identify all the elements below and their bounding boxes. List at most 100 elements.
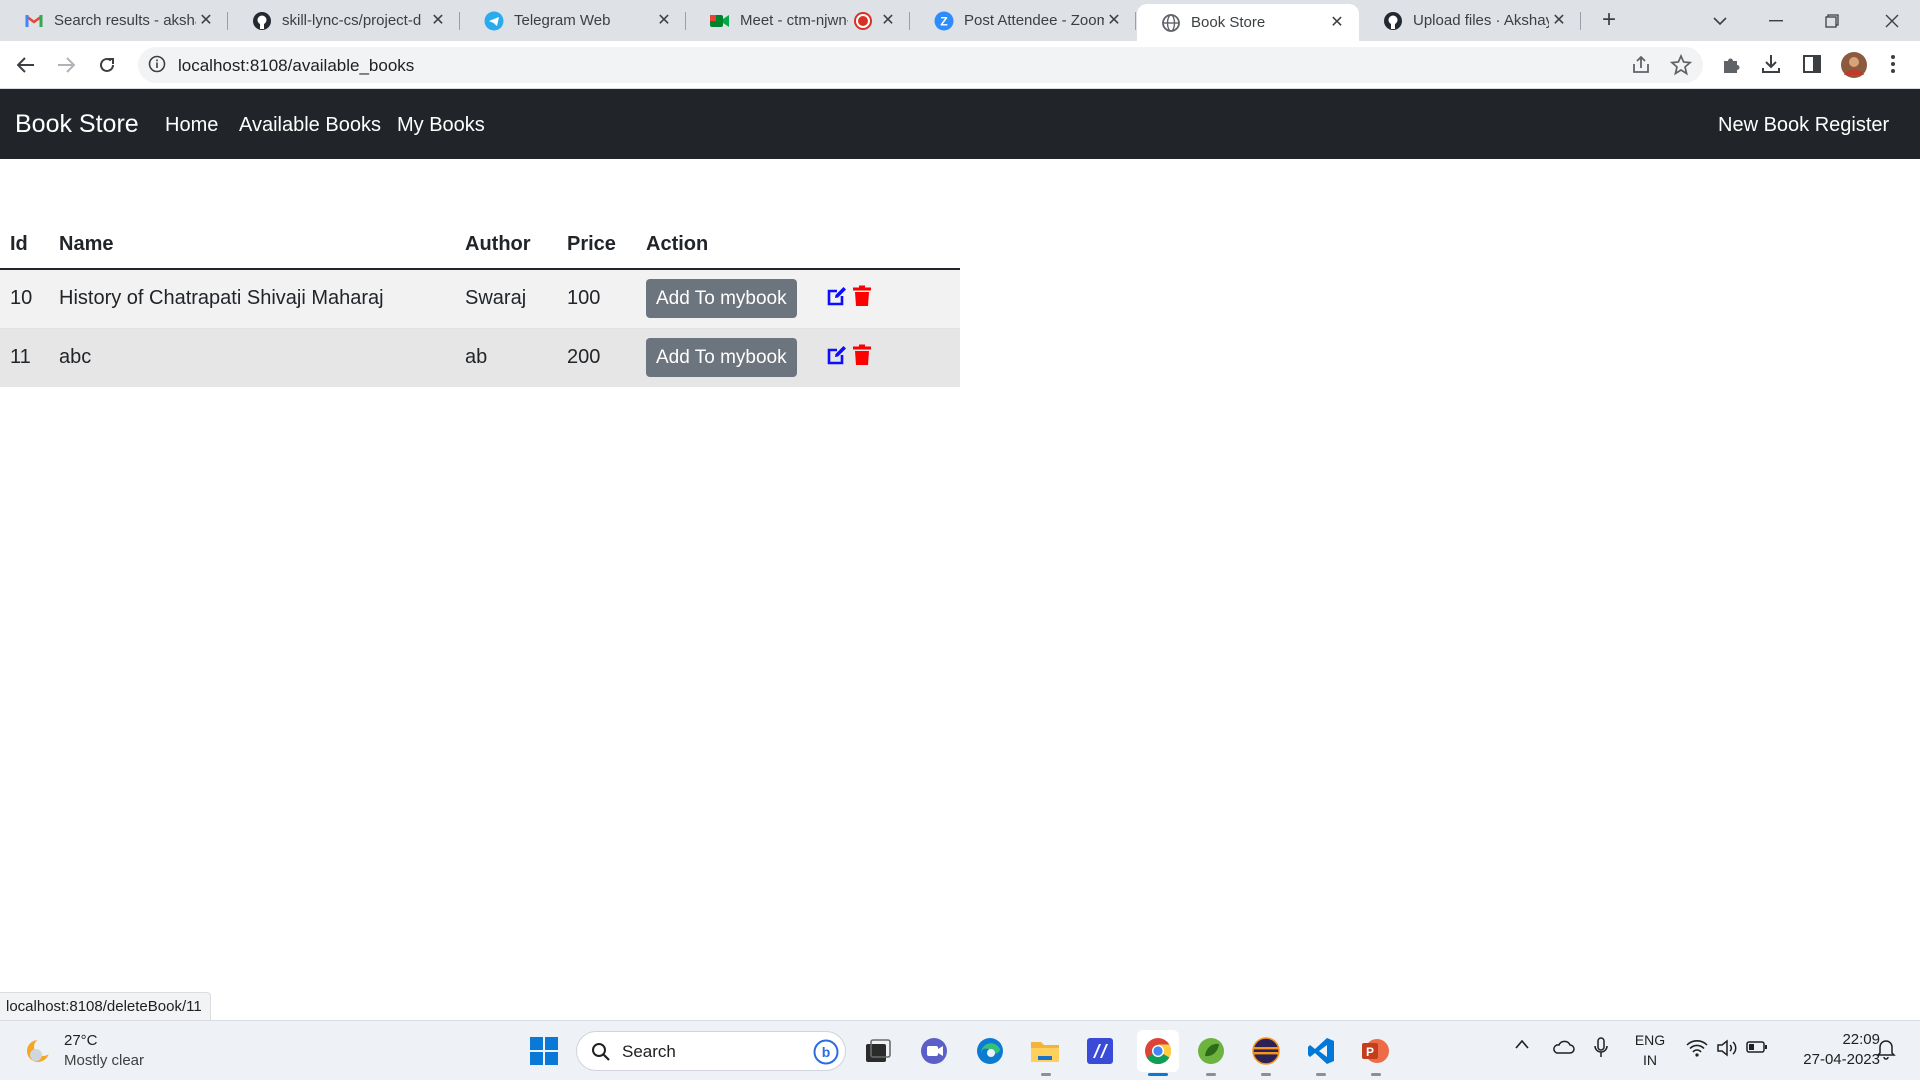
windows-taskbar: 27°C Mostly clear Search b P ENG IN 22:0… [0,1020,1920,1080]
volume-icon[interactable] [1716,1039,1738,1061]
tab-title: Meet - ctm-njwn- [740,12,848,29]
windows-start-icon[interactable] [526,1033,562,1069]
close-tab-icon[interactable]: ✕ [654,11,674,31]
telegram-icon [484,11,504,31]
chrome-menu-icon[interactable] [1882,53,1906,77]
notifications-bell-icon[interactable] [1876,1038,1896,1064]
new-tab-button[interactable]: + [1596,8,1622,34]
spring-tool-suite-icon[interactable] [1193,1033,1229,1069]
add-to-mybook-button[interactable]: Add To mybook [646,338,797,378]
clock-date: 27-04-2023 [1803,1051,1880,1068]
weather-temperature: 27°C [64,1032,98,1049]
microphone-icon[interactable] [1594,1037,1608,1063]
tab-google-meet[interactable]: Meet - ctm-njwn- ✕ [686,0,910,41]
cell-id: 10 [0,268,49,328]
tab-title: skill-lync-cs/project-d [282,12,422,29]
back-button[interactable] [10,49,42,81]
eclipse-icon[interactable] [1248,1033,1284,1069]
table-row: 10 History of Chatrapati Shivaji Maharaj… [0,268,960,328]
close-tab-icon[interactable]: ✕ [1549,11,1569,31]
close-window-button[interactable] [1864,0,1920,41]
tab-telegram[interactable]: Telegram Web ✕ [460,0,686,41]
nav-link-available-books[interactable]: Available Books [239,114,381,137]
cell-price: 100 [557,268,636,328]
extensions-puzzle-icon[interactable] [1720,53,1744,77]
tab-zoom[interactable]: Z Post Attendee - Zoom ✕ [910,0,1136,41]
column-header-author: Author [455,221,557,270]
add-to-mybook-button[interactable]: Add To mybook [646,279,797,319]
cell-id: 11 [0,327,49,387]
nav-link-my-books[interactable]: My Books [397,114,485,137]
close-tab-icon[interactable]: ✕ [196,11,216,31]
minimize-button[interactable] [1748,0,1804,41]
close-tab-icon[interactable]: ✕ [1327,13,1347,33]
column-header-price: Price [557,221,636,270]
taskbar-search-box[interactable]: Search b [576,1031,846,1071]
tab-gmail[interactable]: Search results - aksha ✕ [0,0,228,41]
site-navbar: Book Store Home Available Books My Books… [0,89,1920,159]
cell-icons [816,327,960,387]
onedrive-cloud-icon[interactable] [1551,1039,1575,1059]
bing-chat-icon[interactable]: b [813,1039,839,1070]
profile-avatar-icon[interactable] [1840,51,1868,79]
cell-name: abc [49,327,455,387]
delete-trash-icon[interactable] [852,344,872,372]
file-explorer-icon[interactable] [1027,1033,1063,1069]
system-clock[interactable]: 22:09 27-04-2023 [1780,1030,1880,1070]
url-text: localhost:8108/available_books [178,56,415,75]
search-label: Search [622,1042,676,1061]
books-table: Id Name Author Price Action 10 History o… [0,221,960,387]
side-panel-icon[interactable] [1801,53,1825,77]
download-icon[interactable] [1760,53,1784,77]
brand-link[interactable]: Book Store [15,110,139,139]
close-tab-icon[interactable]: ✕ [428,11,448,31]
column-header-name: Name [49,221,455,270]
table-row: 11 abc ab 200 Add To mybook [0,327,960,387]
weather-widget[interactable]: 27°C Mostly clear [22,1031,182,1073]
cell-action: Add To mybook [636,268,816,328]
vscode-icon[interactable] [1303,1033,1339,1069]
browser-tab-strip: Search results - aksha ✕ skill-lync-cs/p… [0,0,1920,41]
edit-icon[interactable] [826,344,848,372]
nav-link-new-book-register[interactable]: New Book Register [1718,114,1889,137]
close-tab-icon[interactable]: ✕ [1104,11,1124,31]
site-info-icon[interactable] [148,55,168,75]
edit-icon[interactable] [826,285,848,313]
reload-button[interactable] [91,49,123,81]
app-icon-vs[interactable] [1082,1033,1118,1069]
zoom-icon: Z [934,11,954,31]
wifi-icon[interactable] [1686,1039,1708,1061]
recording-icon [856,13,870,28]
tab-book-store[interactable]: Book Store ✕ [1137,4,1359,41]
table-header-row: Id Name Author Price Action [0,221,960,270]
teams-chat-icon[interactable] [916,1033,952,1069]
battery-icon[interactable] [1746,1040,1768,1058]
tab-title: Book Store [1191,14,1266,31]
language-code: ENG [1634,1032,1666,1048]
tab-search-chevron-icon[interactable] [1692,0,1748,41]
bookmark-star-icon[interactable] [1669,53,1693,76]
share-icon[interactable] [1630,54,1652,76]
close-tab-icon[interactable]: ✕ [878,11,898,31]
cell-author: Swaraj [455,268,557,328]
globe-icon [1161,13,1181,33]
search-icon [591,1042,611,1067]
language-indicator[interactable]: ENG IN [1630,1030,1670,1070]
tray-overflow-chevron-icon[interactable] [1514,1037,1530,1055]
task-view-icon[interactable] [860,1033,896,1069]
github-icon [1383,11,1403,31]
address-bar[interactable]: localhost:8108/available_books [138,47,1703,83]
forward-button[interactable] [50,49,82,81]
powerpoint-icon[interactable]: P [1357,1033,1393,1069]
tab-github-project[interactable]: skill-lync-cs/project-d ✕ [228,0,460,41]
nav-link-home[interactable]: Home [165,114,218,137]
region-code: IN [1643,1052,1657,1068]
delete-trash-icon[interactable] [852,285,872,313]
tab-github-upload[interactable]: Upload files · Akshay- ✕ [1359,0,1581,41]
weather-condition: Mostly clear [64,1052,145,1069]
chrome-icon[interactable] [1137,1030,1179,1072]
edge-browser-icon[interactable] [972,1033,1008,1069]
restore-button[interactable] [1804,0,1860,41]
cell-name: History of Chatrapati Shivaji Maharaj [49,268,455,328]
svg-text:b: b [822,1044,831,1060]
